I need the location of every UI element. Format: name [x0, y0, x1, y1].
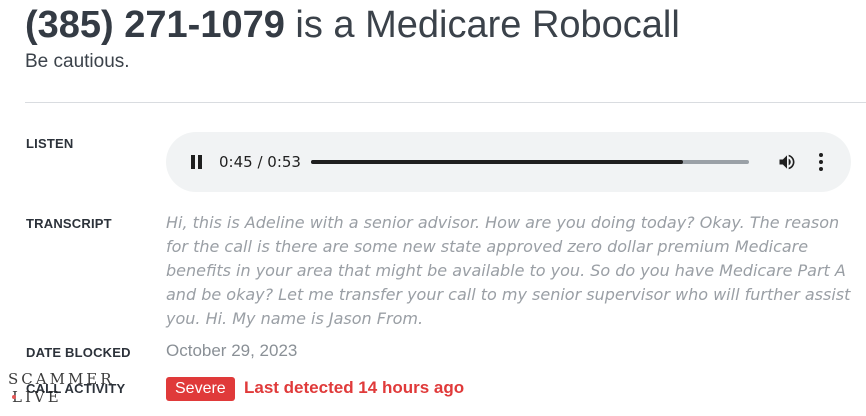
header-divider — [25, 102, 866, 103]
transcript-text: Hi, this is Adeline with a senior adviso… — [166, 213, 851, 328]
pause-icon[interactable] — [190, 155, 204, 169]
listen-label: LISTEN — [26, 136, 74, 151]
page-title: (385) 271-1079 is a Medicare Robocall — [25, 2, 680, 48]
audio-progress-fill — [311, 160, 683, 164]
watermark-line-2: LIVE — [12, 388, 62, 406]
page-subtitle: Be cautious. — [25, 51, 130, 72]
transcript-label: TRANSCRIPT — [26, 216, 112, 231]
severity-badge: Severe — [166, 377, 235, 401]
volume-icon[interactable] — [776, 152, 798, 172]
watermark-dot — [12, 395, 16, 399]
audio-seek-bar[interactable] — [311, 160, 749, 164]
date-blocked-value: October 29, 2023 — [166, 341, 298, 360]
watermark-line-1: SCAMMER — [8, 370, 115, 388]
scammer-live-watermark: SCAMMER LIVE — [8, 370, 118, 410]
last-detected-text: Last detected 14 hours ago — [244, 378, 465, 397]
page-header: (385) 271-1079 is a Medicare Robocall Be… — [25, 2, 680, 73]
audio-time: 0:45 / 0:53 — [219, 153, 301, 171]
more-vert-icon[interactable] — [816, 153, 826, 171]
title-suffix: is a Medicare Robocall — [284, 4, 680, 46]
audio-player[interactable]: 0:45 / 0:53 — [166, 132, 851, 192]
date-blocked-label: DATE BLOCKED — [26, 345, 131, 360]
phone-number: (385) 271-1079 — [25, 4, 285, 46]
